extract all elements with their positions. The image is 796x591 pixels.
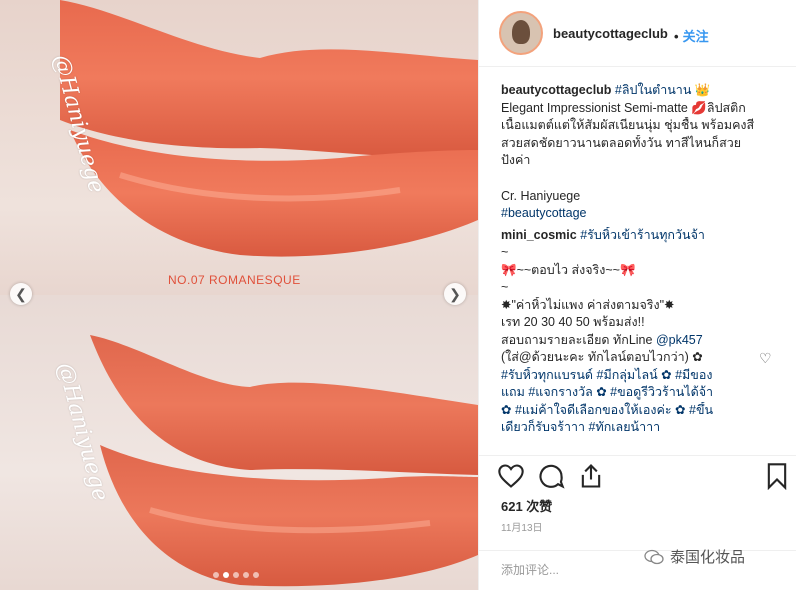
brand-watermark-text: 泰国化妆品 xyxy=(670,549,746,566)
comment-line: ✸"ค่าหิ้วไม่แพง ค่าส่งตามจริง"✸ xyxy=(501,297,675,312)
comment-line: (ใส่@ด้วยนะคะ ทักไลน์ตอบไวกว่า) ✿ xyxy=(501,350,703,364)
wechat-icon xyxy=(644,549,664,564)
carousel-dot xyxy=(213,572,219,578)
comment-tag-line[interactable]: เดียวก็รับจร้าาา #ทักเลยน้าาา xyxy=(501,419,771,437)
bookmark-icon[interactable] xyxy=(763,462,791,490)
next-arrow-icon[interactable]: ❯ xyxy=(444,283,466,305)
post-photo: NO.07 ROMANESQUE @Haniyuege @Haniyuege ❮… xyxy=(0,0,478,590)
share-icon[interactable] xyxy=(577,462,605,490)
post-date: 11月13日 xyxy=(501,523,543,534)
comment-tag-line[interactable]: #รับหิ้วทุกแบรนด์ #มีกลุ่มไลน์ ✿ #มีของ xyxy=(501,367,771,385)
header-username[interactable]: beautycottageclub xyxy=(553,26,668,41)
caption-line: เนื้อแมตต์แต่ให้สัมผัสเนียนนุ่ม ชุ่มชื้น… xyxy=(501,118,755,132)
comment-line: 🎀~~ตอบไว ส่งจริง~~🎀 xyxy=(501,262,636,277)
comment-author[interactable]: mini_cosmic xyxy=(501,228,577,242)
previous-arrow-icon[interactable]: ❮ xyxy=(10,283,32,305)
caption-hashtag-beautycottage[interactable]: #beautycottage xyxy=(501,205,771,223)
follow-button[interactable]: • 关注 xyxy=(674,26,709,45)
shade-caption: NO.07 ROMANESQUE xyxy=(168,273,301,287)
comment-first-line: mini_cosmic #รับหิ้วเข้าร้านทุกวันจ้า xyxy=(501,227,771,245)
comment-tag-line[interactable]: แถม #แจกรางวัล ✿ #ขอดูรีวิวร้านได้จ้า xyxy=(501,384,771,402)
comment-bubble-icon[interactable] xyxy=(537,462,565,490)
action-bar xyxy=(479,455,796,496)
carousel-dot xyxy=(243,572,249,578)
post-side-panel: beautycottageclub • 关注 beautycottageclub … xyxy=(478,0,796,590)
comment-line: ~ xyxy=(501,280,509,294)
caption-text: 👑 xyxy=(691,83,711,97)
contact-mention[interactable]: @pk457 xyxy=(656,333,703,347)
comment-line: ~ xyxy=(501,245,509,259)
carousel-dot xyxy=(253,572,259,578)
add-comment-placeholder[interactable]: 添加评论... xyxy=(501,561,559,578)
carousel-dots xyxy=(213,572,259,578)
like-heart-icon[interactable] xyxy=(497,462,525,490)
separator: • xyxy=(674,29,679,44)
carousel-dot xyxy=(233,572,239,578)
post-header: beautycottageclub • 关注 xyxy=(479,0,796,67)
contact-prefix: สอบถามรายละเอียด ทักLine xyxy=(501,332,656,347)
caption-line: สวยสดชัดยาวนานตลอดทั้งวัน ทาสีไหนก็สวย xyxy=(501,135,742,150)
likes-count[interactable]: 621 次赞 xyxy=(501,496,552,515)
comments-list[interactable]: beautycottageclub #ลิปในตำนาน 👑 Elegant … xyxy=(501,82,771,450)
caption-line: beautycottageclub #ลิปในตำนาน 👑 xyxy=(501,82,771,100)
comment-tag-line[interactable]: ✿ #แม่ค้าใจดีเลือกของให้เองค่ะ ✿ #ขึ้น xyxy=(501,402,771,420)
caption-line: ปังค่า xyxy=(501,153,531,167)
comment-hashtag[interactable]: #รับหิ้วเข้าร้านทุกวันจ้า xyxy=(580,228,705,242)
brand-watermark: 泰国化妆品 xyxy=(644,546,745,567)
comment-like-heart-icon[interactable]: ♡ xyxy=(759,350,772,367)
comment-contact-line: สอบถามรายละเอียด ทักLine @pk457 xyxy=(501,332,771,350)
caption-hashtag[interactable]: #ลิปในตำนาน xyxy=(615,83,691,97)
caption-author[interactable]: beautycottageclub xyxy=(501,83,611,97)
follow-label[interactable]: 关注 xyxy=(683,29,709,44)
avatar[interactable] xyxy=(499,11,543,55)
caption-credit: Cr. Haniyuege xyxy=(501,188,581,203)
carousel-dot-active xyxy=(223,572,229,578)
comment-line: เรท 20 30 40 50 พร้อมส่ง!! xyxy=(501,315,645,329)
add-comment-bar[interactable]: 添加评论... xyxy=(479,550,796,591)
caption-line: Elegant Impressionist Semi-matte 💋ลิปสติ… xyxy=(501,100,746,115)
